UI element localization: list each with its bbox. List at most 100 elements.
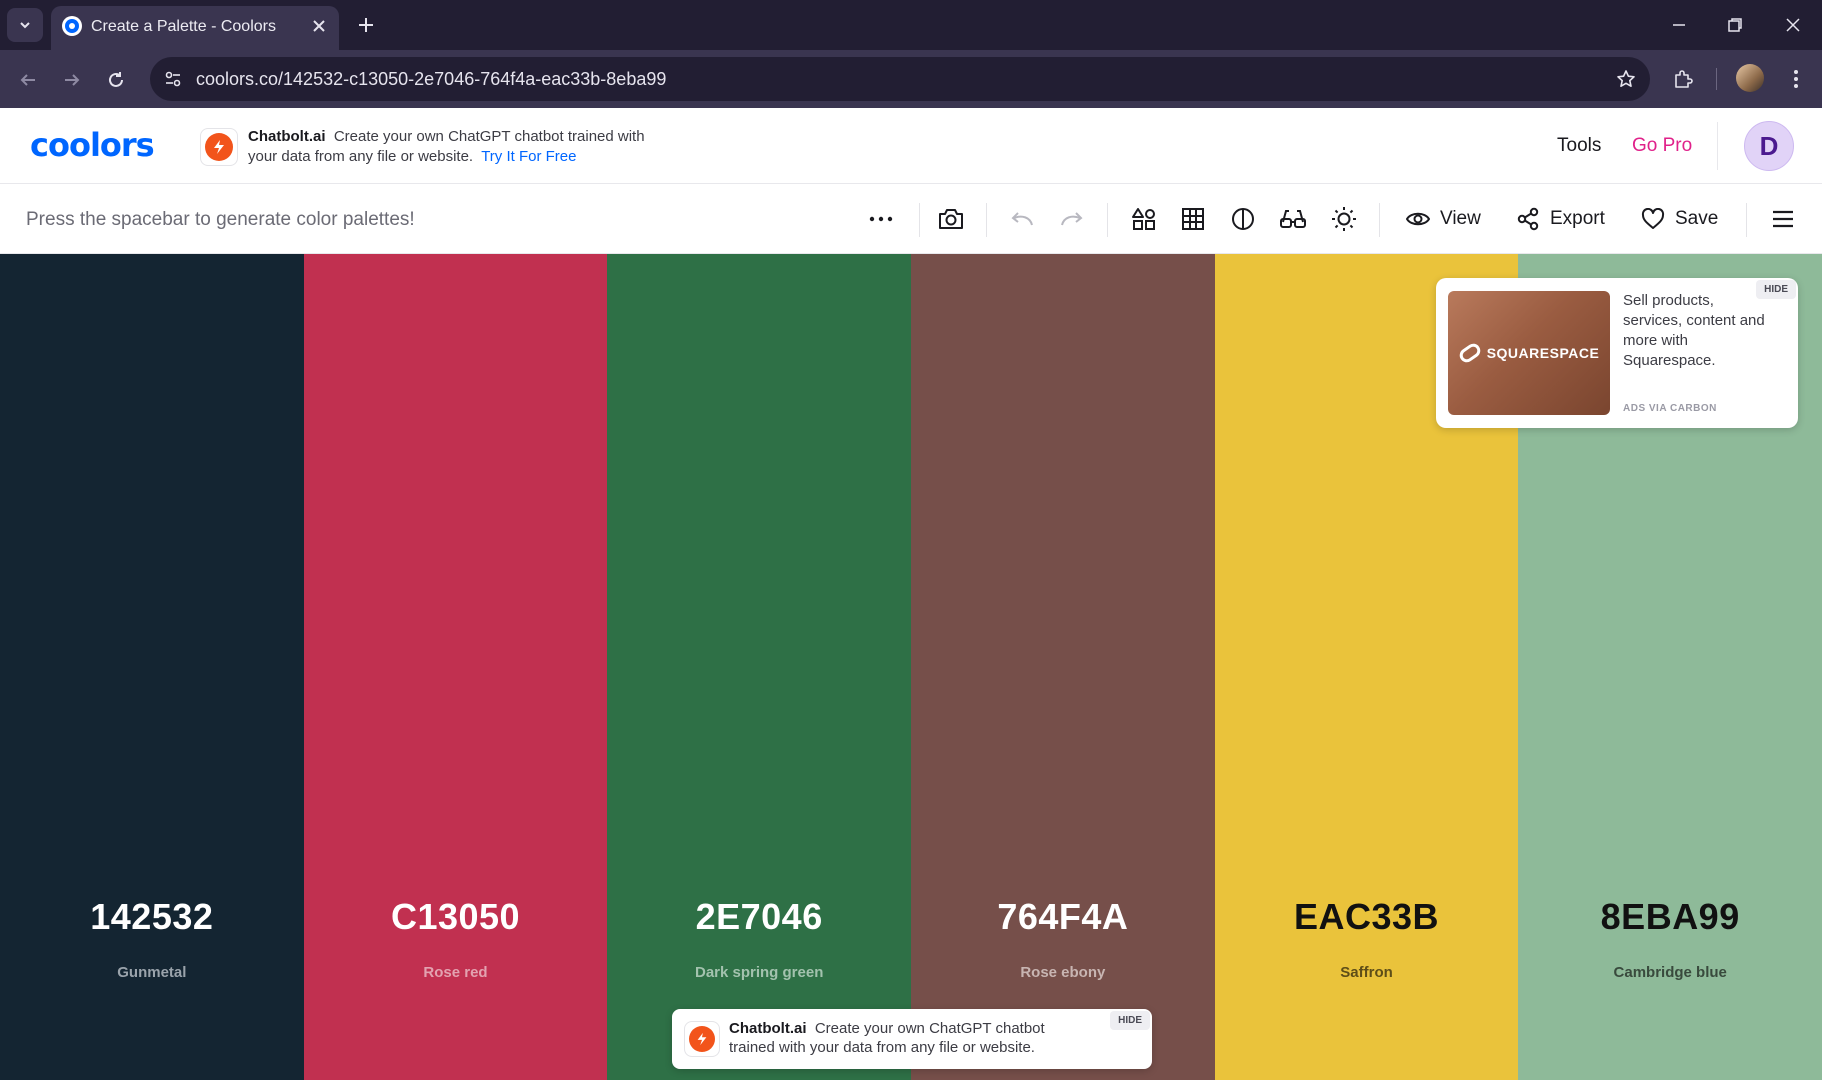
bottom-ad[interactable]: Chatbolt.ai Create your own ChatGPT chat…: [672, 1009, 1152, 1069]
palette-toolbar: Press the spacebar to generate color pal…: [0, 185, 1822, 254]
color-swatch[interactable]: 764F4A Rose ebony: [911, 254, 1215, 1080]
color-hex[interactable]: 764F4A: [911, 896, 1215, 938]
arrow-left-icon: [20, 74, 35, 86]
go-pro-link[interactable]: Go Pro: [1632, 135, 1692, 157]
save-button[interactable]: Save: [1641, 202, 1718, 236]
site-info-icon[interactable]: [160, 67, 186, 91]
restore-button[interactable]: [1712, 7, 1758, 43]
contrast-icon: [1232, 208, 1254, 230]
toolbar-divider: [986, 203, 987, 237]
squarespace-ad-image[interactable]: SQUARESPACE: [1448, 291, 1610, 415]
tab-close-button[interactable]: [307, 14, 331, 38]
reload-icon: [109, 72, 123, 87]
hide-ad-button[interactable]: HIDE: [1756, 280, 1796, 299]
heart-icon: [1641, 208, 1665, 229]
arrow-right-icon: [65, 74, 80, 86]
chatbolt-logo[interactable]: [200, 128, 238, 166]
save-label: Save: [1675, 208, 1719, 229]
browser-toolbar: coolors.co/142532-c13050-2e7046-764f4a-e…: [0, 50, 1822, 108]
carbon-ad[interactable]: SQUARESPACE Sell products, services, con…: [1436, 278, 1798, 428]
bookmark-star-icon[interactable]: [1614, 67, 1638, 91]
browser-menu-button[interactable]: [1782, 64, 1810, 94]
color-name[interactable]: Gunmetal: [0, 964, 304, 981]
url-text[interactable]: coolors.co/142532-c13050-2e7046-764f4a-e…: [196, 69, 666, 90]
grid-icon: [1182, 208, 1204, 230]
more-options-button[interactable]: [864, 202, 898, 236]
contrast-button[interactable]: [1226, 202, 1260, 236]
lightning-icon: [214, 140, 224, 154]
hamburger-menu-button[interactable]: [1766, 202, 1800, 236]
restore-icon: [1728, 18, 1742, 32]
more-horizontal-icon: [869, 216, 893, 222]
export-button[interactable]: Export: [1516, 202, 1605, 236]
view-label: View: [1440, 208, 1481, 229]
profile-avatar[interactable]: [1736, 64, 1764, 92]
toolbar-divider: [1746, 203, 1747, 237]
site-header: coolors Chatbolt.ai Create your own Chat…: [0, 108, 1822, 184]
color-name[interactable]: Saffron: [1215, 964, 1519, 981]
sun-icon: [1332, 207, 1356, 231]
header-ad[interactable]: Chatbolt.ai Create your own ChatGPT chat…: [248, 127, 668, 167]
undo-button[interactable]: [1005, 202, 1039, 236]
hide-ad-button[interactable]: HIDE: [1110, 1011, 1150, 1030]
coolors-logo[interactable]: coolors: [30, 126, 155, 164]
browser-tabbar: Create a Palette - Coolors: [0, 0, 1822, 50]
adjust-palette-button[interactable]: [1127, 202, 1161, 236]
carbon-ad-text[interactable]: Sell products, services, content and mor…: [1623, 291, 1773, 371]
toolbar-divider: [1379, 203, 1380, 237]
color-hex[interactable]: C13050: [304, 896, 608, 938]
back-button[interactable]: [12, 64, 44, 96]
color-name[interactable]: Cambridge blue: [1518, 964, 1822, 981]
toolbar-divider: [1716, 68, 1717, 90]
view-button[interactable]: View: [1406, 202, 1481, 236]
toolbar-divider: [1107, 203, 1108, 237]
carbon-ad-via[interactable]: ADS VIA CARBON: [1623, 403, 1717, 414]
color-blindness-button[interactable]: [1276, 202, 1310, 236]
coolors-favicon-icon: [62, 16, 82, 36]
color-hex[interactable]: 2E7046: [607, 896, 911, 938]
color-swatch[interactable]: 2E7046 Dark spring green: [607, 254, 912, 1080]
color-hex[interactable]: EAC33B: [1215, 896, 1519, 938]
extensions-puzzle-icon[interactable]: [1668, 64, 1698, 94]
lightning-icon: [697, 1032, 707, 1046]
color-hex[interactable]: 142532: [0, 896, 304, 938]
new-tab-button[interactable]: [352, 11, 380, 39]
color-swatch[interactable]: C13050 Rose red: [303, 254, 608, 1080]
squarespace-logo-icon: [1456, 340, 1483, 366]
grid-view-button[interactable]: [1176, 202, 1210, 236]
eye-icon: [1406, 212, 1430, 226]
color-hex[interactable]: 8EBA99: [1518, 896, 1822, 938]
ad-cta-link[interactable]: Try It For Free: [481, 148, 576, 165]
user-avatar[interactable]: D: [1744, 121, 1794, 171]
color-name[interactable]: Dark spring green: [607, 964, 911, 981]
tools-menu[interactable]: Tools: [1557, 135, 1601, 157]
close-window-button[interactable]: [1770, 7, 1816, 43]
reload-button[interactable]: [100, 64, 132, 96]
brightness-button[interactable]: [1327, 202, 1361, 236]
color-swatch[interactable]: 142532 Gunmetal: [0, 254, 304, 1080]
hamburger-icon: [1773, 210, 1793, 228]
camera-icon: [939, 209, 963, 229]
undo-icon: [1011, 212, 1033, 226]
share-icon: [1517, 207, 1539, 231]
camera-button[interactable]: [934, 202, 968, 236]
shapes-icon: [1132, 208, 1155, 230]
redo-icon: [1061, 212, 1083, 226]
tab-title: Create a Palette - Coolors: [91, 18, 276, 35]
redo-button[interactable]: [1055, 202, 1089, 236]
kebab-menu-icon: [1794, 70, 1798, 88]
bottom-ad-text[interactable]: Chatbolt.ai Create your own ChatGPT chat…: [729, 1019, 1089, 1057]
squarespace-logo-text: SQUARESPACE: [1486, 345, 1600, 361]
plus-icon: [359, 18, 373, 32]
ad-brand: Chatbolt.ai: [248, 128, 326, 145]
tab-search-button[interactable]: [7, 8, 43, 42]
browser-tab-active[interactable]: Create a Palette - Coolors: [51, 6, 339, 50]
minimize-button[interactable]: [1656, 7, 1702, 43]
spacebar-hint: Press the spacebar to generate color pal…: [26, 209, 415, 230]
address-bar[interactable]: coolors.co/142532-c13050-2e7046-764f4a-e…: [150, 57, 1650, 101]
color-name[interactable]: Rose red: [304, 964, 608, 981]
color-name[interactable]: Rose ebony: [911, 964, 1215, 981]
ad-brand: Chatbolt.ai: [729, 1020, 807, 1037]
forward-button[interactable]: [56, 64, 88, 96]
export-label: Export: [1550, 208, 1605, 229]
